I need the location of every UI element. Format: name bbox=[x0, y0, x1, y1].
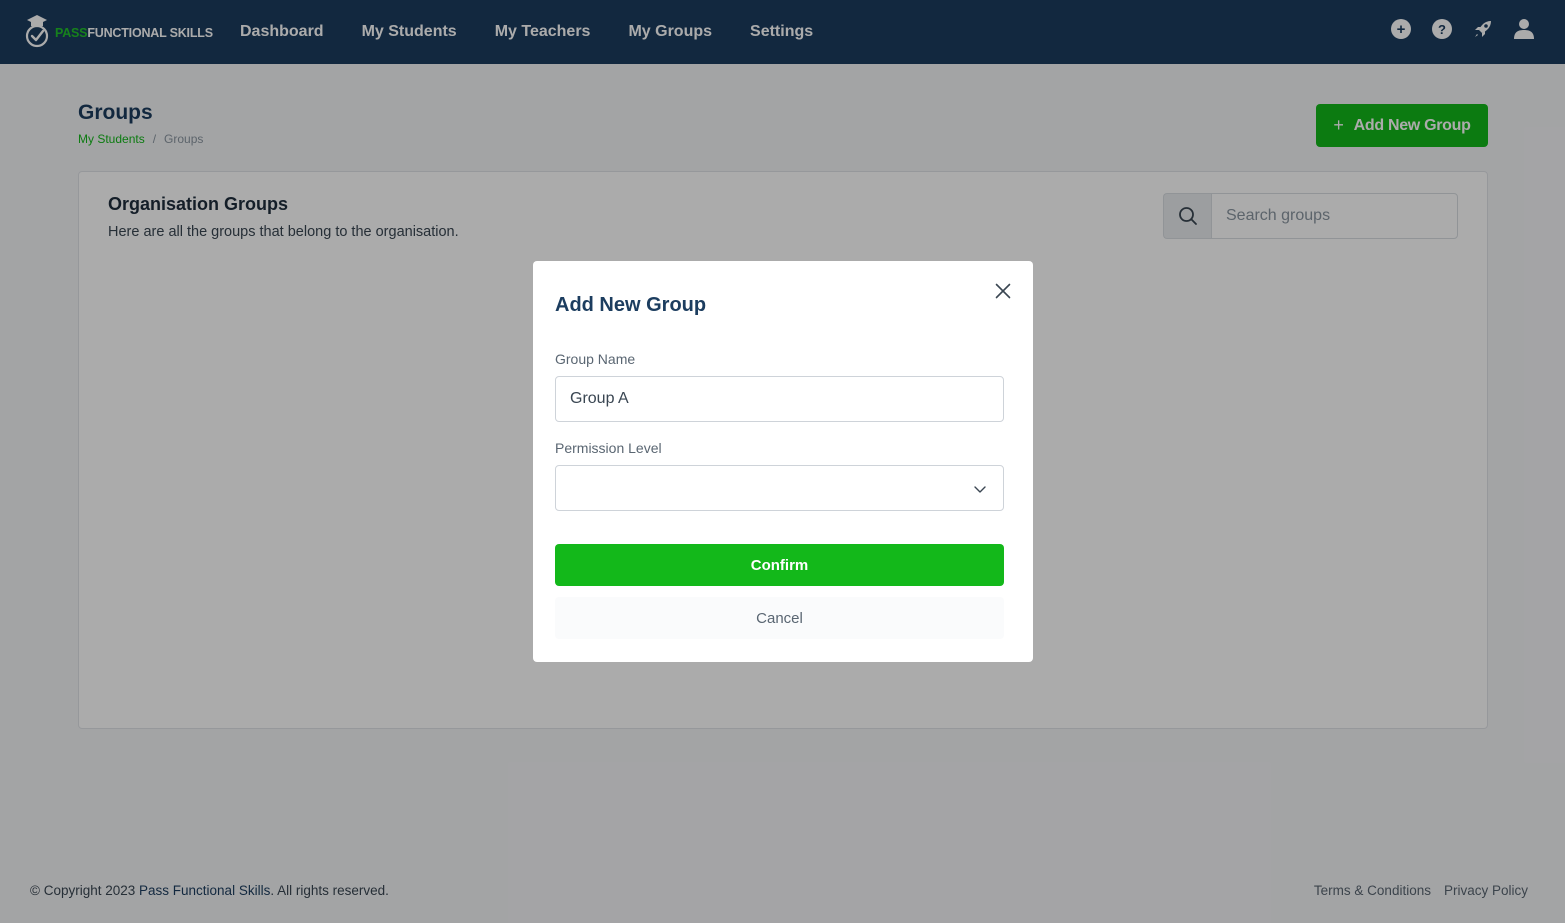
close-icon[interactable] bbox=[992, 280, 1014, 302]
chevron-down-icon bbox=[974, 486, 986, 493]
add-new-group-modal: Add New Group Group Name Permission Leve… bbox=[533, 261, 1033, 662]
permission-level-label: Permission Level bbox=[555, 440, 662, 456]
cancel-button[interactable]: Cancel bbox=[555, 597, 1004, 639]
group-name-label: Group Name bbox=[555, 351, 636, 367]
modal-title: Add New Group bbox=[555, 294, 707, 316]
confirm-button[interactable]: Confirm bbox=[555, 544, 1004, 586]
group-name-input[interactable] bbox=[555, 376, 1004, 422]
permission-level-select[interactable] bbox=[555, 465, 1004, 511]
